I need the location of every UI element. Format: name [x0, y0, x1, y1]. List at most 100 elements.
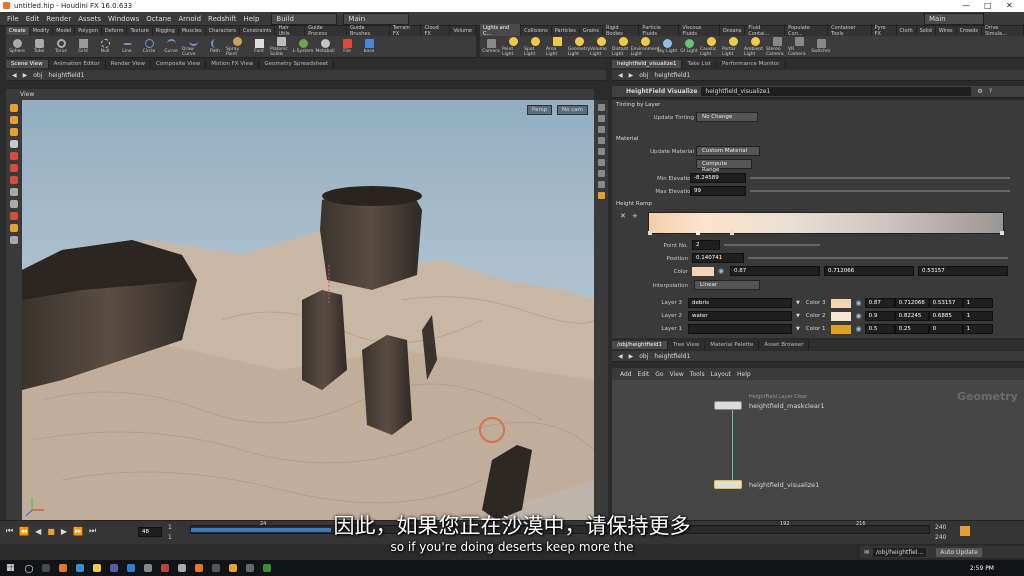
max-elev-slider[interactable] [750, 190, 1010, 192]
wireframe-icon[interactable] [597, 115, 605, 122]
layer-2-swatch[interactable] [831, 311, 852, 321]
explorer-icon[interactable] [93, 564, 102, 572]
shelf-tab[interactable]: Texture [127, 27, 153, 35]
dropdown-icon[interactable]: ▼ [796, 300, 800, 306]
tab-asset-browser[interactable]: Asset Browser [759, 341, 810, 349]
menu-arnold[interactable]: Arnold [178, 15, 201, 23]
shelf-tab[interactable]: Collisions [521, 27, 552, 35]
tab-geometry-spreadsheet[interactable]: Geometry Spreadsheet [259, 60, 335, 68]
snap-icon[interactable] [10, 188, 18, 196]
app-icon[interactable] [110, 564, 119, 572]
tab-material-palette[interactable]: Material Palette [705, 341, 760, 349]
firefox-icon[interactable] [59, 564, 68, 572]
ramp-remove-icon[interactable]: ✕ [620, 212, 626, 220]
color-wheel-icon[interactable]: ◉ [718, 267, 724, 275]
gear-icon[interactable]: ⚙ [977, 88, 982, 95]
select-tool-icon[interactable] [10, 104, 18, 112]
interp-menu[interactable]: Linear [694, 280, 760, 290]
color-wheel-icon[interactable]: ◉ [855, 325, 861, 333]
position-field[interactable]: 0.140741 [692, 253, 744, 263]
tab-render-view[interactable]: Render View [106, 60, 152, 68]
position-slider[interactable] [748, 257, 1008, 259]
xray-icon[interactable] [597, 192, 605, 199]
ramp-key[interactable] [730, 231, 734, 235]
shelf-tab[interactable]: Polygon [75, 27, 102, 35]
ramp-add-icon[interactable]: + [632, 212, 638, 220]
tab-motion-fx-view[interactable]: Motion FX View [206, 60, 260, 68]
search-icon[interactable]: ◯ [25, 564, 34, 573]
node-maskclear[interactable] [714, 401, 742, 410]
shelf-tab[interactable]: Crowds [957, 27, 983, 35]
app-icon[interactable] [161, 564, 170, 572]
tool-torus[interactable]: Torus [50, 39, 72, 54]
tool-vr-camera[interactable]: VR Camera [788, 36, 810, 57]
magnet-icon[interactable] [10, 212, 18, 220]
min-elev-slider[interactable] [750, 177, 1010, 179]
desktop-right-dropdown[interactable]: Main [343, 12, 410, 25]
view-tool-icon[interactable] [10, 140, 18, 148]
tool-sky-light[interactable]: Sky Light [656, 39, 678, 54]
translate-tool-icon[interactable] [10, 152, 18, 160]
visibility-icon[interactable] [10, 236, 18, 244]
points-icon[interactable] [597, 159, 605, 166]
minimize-icon[interactable]: — [962, 1, 970, 10]
tool-draw-curve[interactable]: Draw Curve [182, 37, 204, 57]
tool-sphere[interactable]: Sphere [6, 39, 28, 54]
menu-edit[interactable]: Edit [26, 15, 40, 23]
app-icon[interactable] [144, 564, 153, 572]
tab-network[interactable]: /obj/heightfield1 [612, 341, 668, 349]
tool-stereo-camera[interactable]: Stereo Camera [766, 36, 788, 57]
forward-icon[interactable]: ▶ [629, 353, 634, 360]
update-material-menu[interactable]: Custom Material [696, 146, 760, 156]
tool-volume-light[interactable]: Volume Light [590, 36, 612, 57]
dropdown-icon[interactable]: ▼ [796, 326, 800, 332]
tool-circle[interactable]: Circle [138, 39, 160, 54]
tab-performance-monitor[interactable]: Performance Monitor [717, 60, 786, 68]
rotate-tool-icon[interactable] [10, 164, 18, 172]
menu-assets[interactable]: Assets [78, 15, 101, 23]
shelf-tab[interactable]: Solid [917, 27, 936, 35]
path-obj[interactable]: obj [639, 353, 648, 360]
menu-octane[interactable]: Octane [146, 15, 171, 23]
tab-param-node[interactable]: heightfield_visualize1 [612, 60, 683, 68]
tool-path[interactable]: Path [204, 39, 226, 54]
shaded-icon[interactable] [597, 126, 605, 133]
maximize-icon[interactable]: □ [984, 1, 992, 10]
scene-viewport[interactable]: Persp No cam [22, 100, 594, 520]
layer-1-swatch[interactable] [831, 324, 852, 334]
menu-redshift[interactable]: Redshift [208, 15, 236, 23]
task-view-icon[interactable] [42, 564, 51, 572]
path-obj[interactable]: obj [639, 72, 648, 79]
layer-3-swatch[interactable] [831, 298, 852, 308]
photoshop-icon[interactable] [127, 564, 136, 572]
tool-curve[interactable]: Curve [160, 39, 182, 54]
tool-file[interactable]: File [336, 39, 358, 54]
shelf-tab[interactable]: Oceans [720, 27, 746, 35]
tab-scene-view[interactable]: Scene View [6, 60, 49, 68]
tool-lsystem[interactable]: L-System [292, 39, 314, 54]
tool-point-light[interactable]: Point Light [502, 36, 524, 57]
shelf-tab[interactable]: Muscles [179, 27, 206, 35]
forward-icon[interactable]: ▶ [629, 72, 634, 79]
app-icon[interactable] [263, 564, 272, 572]
tool-caustic-light[interactable]: Caustic Light [700, 36, 722, 57]
net-menu-go[interactable]: Go [655, 371, 663, 378]
shelf-tab[interactable]: Particles [552, 27, 580, 35]
ramp-key[interactable] [1000, 231, 1004, 235]
tab-take-list[interactable]: Take List [682, 60, 718, 68]
tab-tree-view[interactable]: Tree View [668, 341, 706, 349]
layer-1-field[interactable] [688, 324, 792, 334]
shelf-tab[interactable]: Characters [206, 27, 240, 35]
compute-range-button[interactable]: Compute Range [696, 159, 752, 173]
lighting-icon[interactable] [597, 137, 605, 144]
shelf-tab[interactable]: Cloth [897, 27, 917, 35]
back-icon[interactable]: ◀ [12, 72, 17, 79]
shelf-tab[interactable]: Deform [102, 27, 128, 35]
tool-platonic[interactable]: Platonic Solids [270, 36, 292, 57]
tool-spot-light[interactable]: Spot Light [524, 36, 546, 57]
tool-grid[interactable]: Grid [72, 39, 94, 54]
grid-snap-icon[interactable] [10, 200, 18, 208]
vlc-icon[interactable] [229, 564, 238, 572]
min-elev-field[interactable]: -8.24589 [690, 173, 746, 183]
pose-tool-icon[interactable] [10, 128, 18, 136]
